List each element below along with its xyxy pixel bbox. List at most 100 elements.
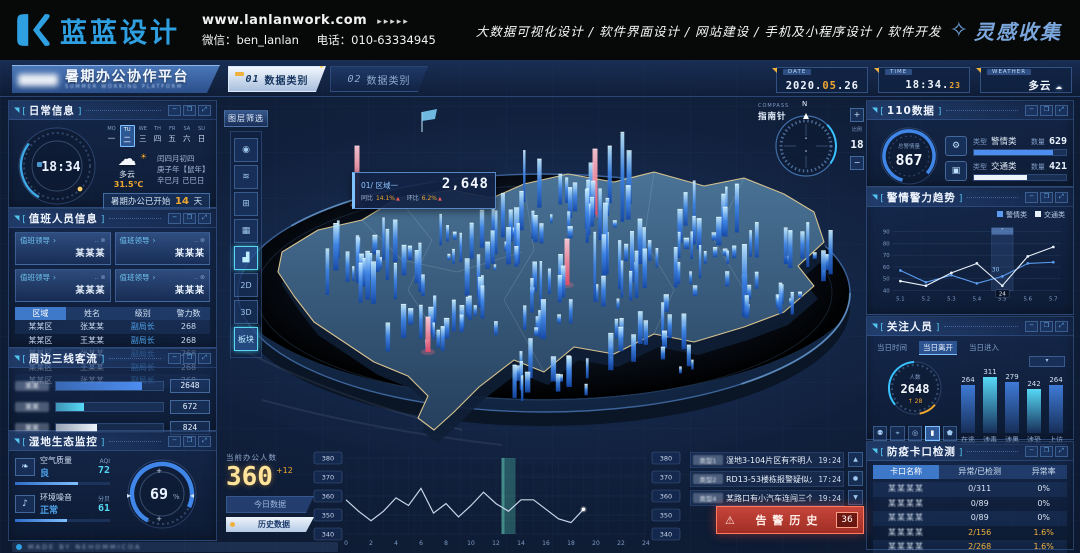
legend-item[interactable]: 交通类	[1035, 210, 1065, 220]
panel-minimize-icon[interactable]: ─	[1025, 321, 1038, 332]
metric-status: 正常	[40, 503, 98, 516]
panel-restore-icon[interactable]: ❐	[183, 353, 196, 364]
panel-expand-icon[interactable]: ⤢	[198, 353, 211, 364]
scroll-down-icon[interactable]: ▼	[848, 490, 863, 505]
panel-restore-icon[interactable]: ❐	[183, 436, 196, 447]
panel-restore-icon[interactable]: ❐	[1040, 105, 1053, 116]
promo-banner: 蓝蓝设计 www.lanlanwork.com▸▸▸▸▸ 微信：ben_lanl…	[0, 0, 1080, 60]
panel-expand-icon[interactable]: ⤢	[1055, 192, 1068, 203]
duty-leader-card[interactable]: 值班领导›‥ ⊗某某某	[115, 232, 211, 265]
checkpoint-col-header[interactable]: 异常率	[1020, 465, 1067, 479]
monitor-icon[interactable]: ◎	[908, 426, 922, 441]
history-data-button[interactable]: 历史数据	[226, 517, 314, 532]
platform-title: 暑期办公协作平台	[65, 70, 189, 84]
compass-north-label: N	[802, 100, 807, 108]
focus-range-dropdown[interactable]: ▾	[1029, 356, 1065, 367]
panel-minimize-icon[interactable]: ─	[168, 436, 181, 447]
panel-expand-icon[interactable]: ⤢	[1055, 105, 1068, 116]
tab-data-category-02[interactable]: 02数据类别	[330, 66, 428, 92]
card-controls-icon[interactable]: ‥ ⊗	[194, 274, 205, 281]
layer-module-button[interactable]: 板块	[234, 327, 258, 351]
panel-restore-icon[interactable]: ❐	[183, 105, 196, 116]
dashboard: 暑期办公协作平台 SUMMER WORKING PLATFORM 01数据类别0…	[0, 60, 1080, 553]
duty-leader-card[interactable]: 值班领导›‥ ⊗某某某	[115, 269, 211, 302]
duty-table-row: 某某区张某某副局长268	[15, 320, 210, 334]
scroll-up-icon[interactable]: ▲	[848, 452, 863, 467]
scroll-dot-icon[interactable]: ●	[848, 471, 863, 486]
layer-marker-button[interactable]: ◉	[234, 138, 258, 162]
person-icon[interactable]: ⚉	[873, 426, 887, 441]
map-data-bar	[418, 244, 421, 292]
map-data-bar	[621, 133, 625, 222]
map-data-bar	[333, 224, 338, 270]
checkpoint-col-header[interactable]: 卡口名称	[873, 465, 939, 479]
panel-expand-icon[interactable]: ⤢	[198, 213, 211, 224]
target-icon[interactable]: ⌖	[890, 426, 904, 441]
office-count-block: 当前办公人数 360 +12 今日数据 历史数据	[226, 452, 314, 532]
duty-col-header[interactable]: 姓名	[66, 307, 119, 320]
panel-expand-icon[interactable]: ⤢	[198, 105, 211, 116]
panel-minimize-icon[interactable]: ─	[1025, 105, 1038, 116]
compass-en-label: COMPASS	[758, 102, 789, 110]
alert-history-banner[interactable]: ⚠ 告警历史 36	[716, 506, 864, 534]
alert-row[interactable]: 类型2RD13-53楼栋报警疑似火灾17:24	[690, 471, 844, 487]
mom-label: 环比	[407, 195, 419, 202]
panel-minimize-icon[interactable]: ─	[168, 213, 181, 224]
card-controls-icon[interactable]: ‥ ⊗	[95, 274, 106, 281]
duty-col-header[interactable]: 警力数	[167, 307, 210, 320]
focus-tab[interactable]: 当日离开	[919, 341, 957, 355]
vehicle-icon[interactable]: ⬟	[943, 426, 957, 441]
badge-icon[interactable]: ▮	[925, 426, 939, 441]
focus-tab[interactable]: 当日时间	[873, 341, 911, 355]
checkpoint-col-header[interactable]: 异常/已检测	[939, 465, 1020, 479]
layer-3d-button[interactable]: 3D	[234, 300, 258, 324]
duty-col-header[interactable]: 区域	[15, 307, 66, 320]
focus-tab[interactable]: 当日进入	[965, 341, 1003, 355]
panel-restore-icon[interactable]: ❐	[1040, 321, 1053, 332]
layer-grid-button[interactable]: ⊞	[234, 192, 258, 216]
panel-restore-icon[interactable]: ❐	[1040, 192, 1053, 203]
map-data-bar	[687, 346, 691, 366]
duty-leader-card[interactable]: 值班领导›‥ ⊗某某某	[15, 232, 111, 265]
panel-expand-icon[interactable]: ⤢	[1055, 321, 1068, 332]
duty-col-header[interactable]: 级别	[118, 307, 167, 320]
website-url[interactable]: www.lanlanwork.com	[202, 13, 367, 28]
panel-restore-icon[interactable]: ❐	[1040, 446, 1053, 457]
svg-text:18: 18	[567, 540, 575, 547]
card-controls-icon[interactable]: ‥ ⊗	[194, 237, 205, 244]
alert-row[interactable]: 类型1湿地3-104片区有不明人员闯入19:24	[690, 452, 844, 468]
layer-stats-button[interactable]: ▟	[234, 246, 258, 270]
legend-item[interactable]: 警情类	[997, 210, 1027, 220]
duty-leader-card[interactable]: 值班领导›‥ ⊗某某某	[15, 269, 111, 302]
alert-row[interactable]: 类型4某路口有小汽车连闯三个红灯19:24	[690, 490, 844, 506]
panel-minimize-icon[interactable]: ─	[1025, 192, 1038, 203]
panel-minimize-icon[interactable]: ─	[168, 105, 181, 116]
layer-2d-button[interactable]: 2D	[234, 273, 258, 297]
checkpoint-row: 某某某某2/2681.6%	[873, 540, 1067, 553]
clock-time: 18:34	[41, 160, 80, 175]
zoom-in-button[interactable]: +	[850, 108, 864, 122]
zoom-out-button[interactable]: −	[850, 156, 864, 170]
map-data-bar	[602, 236, 607, 277]
map-data-bar	[514, 247, 518, 266]
svg-text:˅: ˅	[1001, 228, 1003, 235]
panel-minimize-icon[interactable]: ─	[168, 353, 181, 364]
map-data-bar	[393, 221, 398, 262]
panel-expand-icon[interactable]: ⤢	[1055, 446, 1068, 457]
tab-data-category-01[interactable]: 01数据类别	[228, 66, 326, 92]
map-data-bar	[798, 293, 802, 298]
panel-minimize-icon[interactable]: ─	[1025, 446, 1038, 457]
panel-restore-icon[interactable]: ❐	[183, 213, 196, 224]
layer-signal-button[interactable]: ≋	[234, 165, 258, 189]
layer-filter-title: 图层筛选	[224, 110, 268, 127]
map-data-bar	[408, 247, 412, 260]
today-data-button[interactable]: 今日数据	[226, 496, 314, 513]
panel-title: 警情警力趋势	[887, 190, 956, 205]
layer-building-button[interactable]: ▦	[234, 219, 258, 243]
duty-name: 某某某	[175, 249, 205, 259]
alert-time: 19:24	[815, 494, 841, 503]
card-controls-icon[interactable]: ‥ ⊗	[95, 237, 106, 244]
bar-value: 279	[1005, 373, 1018, 381]
panel-expand-icon[interactable]: ⤢	[198, 436, 211, 447]
alert-list: 类型1湿地3-104片区有不明人员闯入19:24 类型2RD13-53楼栋报警疑似…	[690, 452, 844, 509]
